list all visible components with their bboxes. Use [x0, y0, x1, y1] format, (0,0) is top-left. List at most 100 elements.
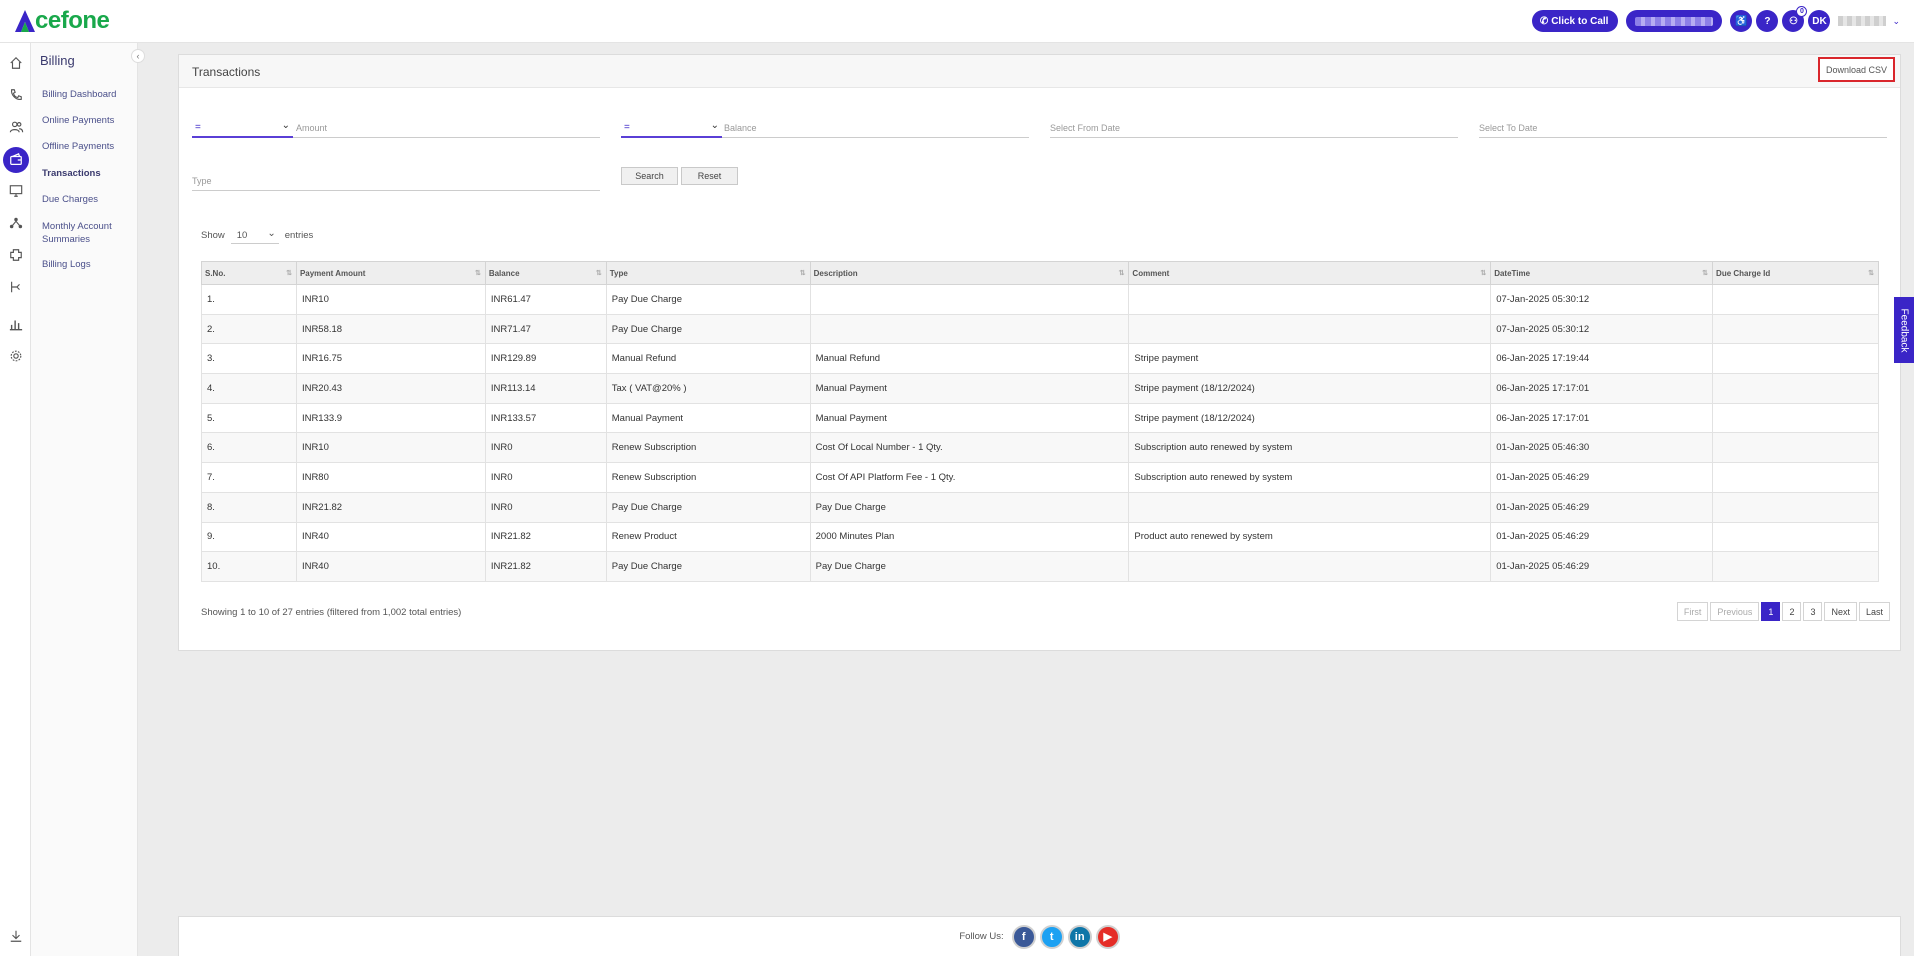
- collapse-sidebar-icon[interactable]: ‹: [131, 49, 145, 63]
- column-header[interactable]: Comment ⇅: [1128, 261, 1492, 285]
- column-header-label: Comment: [1132, 268, 1170, 278]
- download-icon[interactable]: [5, 925, 27, 947]
- click-to-call-button[interactable]: ✆ Click to Call: [1531, 10, 1619, 32]
- help-icon[interactable]: ?: [1756, 10, 1779, 32]
- table-cell: Subscription auto renewed by system: [1128, 432, 1492, 464]
- table-cell: INR113.14: [484, 373, 607, 404]
- balance-input[interactable]: Balance: [724, 123, 757, 133]
- page-length-value: 10: [236, 230, 248, 241]
- home-icon[interactable]: [5, 52, 27, 74]
- avatar[interactable]: DK: [1808, 10, 1831, 32]
- subnav-item-due-charges[interactable]: Due Charges: [42, 193, 134, 206]
- plugin-icon[interactable]: [5, 244, 27, 266]
- balance-operator-value: =: [624, 122, 630, 133]
- table-cell: 01-Jan-2025 05:46:30: [1490, 432, 1714, 464]
- page-3-button[interactable]: 3: [1803, 602, 1823, 621]
- table-cell: Pay Due Charge: [809, 491, 1130, 523]
- table-cell: [1128, 491, 1492, 523]
- column-header[interactable]: DateTime ⇅: [1490, 261, 1714, 285]
- to-date-input[interactable]: Select To Date: [1479, 118, 1887, 138]
- chevron-down-icon: ⌄: [267, 228, 276, 239]
- subnav-item-billing-dashboard[interactable]: Billing Dashboard: [42, 88, 134, 101]
- column-header[interactable]: Type ⇅: [605, 261, 811, 285]
- subnav-item-online-payments[interactable]: Online Payments: [42, 114, 134, 127]
- sort-icon[interactable]: ⇅: [286, 269, 292, 277]
- settings-icon[interactable]: [5, 345, 27, 367]
- subnav-item-billing-logs[interactable]: Billing Logs: [42, 258, 134, 271]
- page-length-select[interactable]: 10 ⌄: [230, 227, 279, 244]
- column-header[interactable]: Description ⇅: [809, 261, 1130, 285]
- table-row: 4. INR20.43 INR113.14 Tax ( VAT@20% ) Manual…: [201, 373, 1879, 404]
- table-cell: Stripe payment (18/12/2024): [1128, 402, 1492, 434]
- table-row: 10. INR40 INR21.82 Pay Due Charge Pay Due Ch…: [201, 551, 1879, 582]
- next-page-button[interactable]: Next: [1824, 602, 1857, 621]
- to-date-placeholder: Select To Date: [1479, 123, 1538, 133]
- search-button[interactable]: Search: [621, 167, 678, 185]
- twitter-icon[interactable]: t: [1039, 924, 1064, 949]
- column-header[interactable]: Due Charge Id ⇅: [1712, 261, 1879, 285]
- sort-icon[interactable]: ⇅: [800, 269, 806, 277]
- linkedin-icon[interactable]: in: [1067, 924, 1092, 949]
- sort-icon[interactable]: ⇅: [1702, 269, 1708, 277]
- table-cell: [1712, 373, 1879, 404]
- subnav-item-monthly-account-summaries[interactable]: Monthly Account Summaries: [42, 220, 134, 246]
- sort-icon[interactable]: ⇅: [475, 269, 481, 277]
- table-cell: Stripe payment: [1128, 343, 1492, 375]
- type-input[interactable]: Type: [192, 171, 600, 191]
- network-icon[interactable]: [5, 212, 27, 234]
- table-cell: 10.: [201, 551, 297, 582]
- table-cell: 2.: [201, 313, 297, 345]
- download-csv-button[interactable]: Download CSV: [1817, 57, 1895, 82]
- account-number-pill[interactable]: [1626, 10, 1723, 32]
- column-header[interactable]: Balance ⇅: [484, 261, 607, 285]
- call-flow-icon[interactable]: [5, 276, 27, 298]
- table-cell: Renew Product: [605, 521, 811, 553]
- column-header[interactable]: S.No. ⇅: [201, 261, 297, 285]
- agent-status-icon[interactable]: ⚇ 0: [1782, 6, 1808, 32]
- sort-icon[interactable]: ⇅: [596, 269, 602, 277]
- monitor-icon[interactable]: [5, 180, 27, 202]
- last-page-button[interactable]: Last: [1858, 602, 1890, 621]
- page-2-button[interactable]: 2: [1782, 602, 1802, 621]
- accessibility-icon[interactable]: ♿: [1730, 10, 1753, 32]
- users-icon[interactable]: [5, 116, 27, 138]
- transactions-table: S.No. ⇅ Payment Amount ⇅ Balance ⇅ Type ⇅ Descri…: [201, 261, 1879, 582]
- page-1-button[interactable]: 1: [1761, 602, 1781, 621]
- pagination: First Previous 1 2 3 Next Last: [1676, 602, 1890, 621]
- user-name[interactable]: [1838, 16, 1887, 26]
- table-cell: 9.: [201, 521, 297, 553]
- wallet-icon[interactable]: [3, 147, 29, 173]
- table-cell: [1128, 551, 1492, 582]
- subnav-item-transactions[interactable]: Transactions: [42, 167, 134, 180]
- previous-page-button[interactable]: Previous: [1710, 602, 1760, 621]
- subnav-item-offline-payments[interactable]: Offline Payments: [42, 140, 134, 153]
- chart-icon[interactable]: [5, 313, 27, 335]
- table-cell: INR21.82: [484, 551, 607, 582]
- balance-operator-select[interactable]: = ⌄: [621, 118, 722, 138]
- feedback-tab[interactable]: Feedback: [1894, 297, 1914, 363]
- logo[interactable]: cefone: [14, 6, 110, 36]
- youtube-icon[interactable]: ▶: [1095, 924, 1120, 949]
- phone-icon: ✆: [1539, 15, 1549, 27]
- table-cell: Cost Of Local Number - 1 Qty.: [809, 432, 1130, 464]
- table-cell: [1712, 491, 1879, 523]
- table-cell: [1712, 343, 1879, 375]
- table-cell: [1712, 432, 1879, 464]
- facebook-icon[interactable]: f: [1011, 924, 1036, 949]
- table-cell: 4.: [201, 373, 297, 404]
- from-date-input[interactable]: Select From Date: [1050, 118, 1458, 138]
- chevron-down-icon[interactable]: ⌄: [1892, 16, 1900, 27]
- reset-button[interactable]: Reset: [681, 167, 738, 185]
- column-header[interactable]: Payment Amount ⇅: [295, 261, 486, 285]
- chevron-down-icon: ⌄: [281, 120, 290, 131]
- column-header-label: Type: [609, 268, 628, 278]
- sort-icon[interactable]: ⇅: [1480, 269, 1486, 277]
- sort-icon[interactable]: ⇅: [1868, 269, 1874, 277]
- amount-input[interactable]: Amount: [296, 123, 327, 133]
- phone-icon[interactable]: [5, 84, 27, 106]
- table-info: Showing 1 to 10 of 27 entries (filtered …: [201, 607, 462, 618]
- page-length-control: Show 10 ⌄ entries: [201, 227, 313, 244]
- amount-operator-select[interactable]: = ⌄: [192, 118, 293, 138]
- sort-icon[interactable]: ⇅: [1119, 269, 1125, 277]
- first-page-button[interactable]: First: [1676, 602, 1709, 621]
